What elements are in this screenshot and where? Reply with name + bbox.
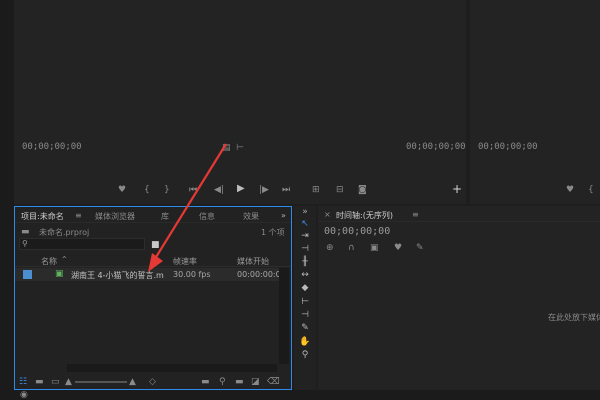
arrow-shaft — [152, 143, 227, 263]
annotation-arrow — [148, 143, 227, 272]
arrow-head — [148, 253, 163, 272]
